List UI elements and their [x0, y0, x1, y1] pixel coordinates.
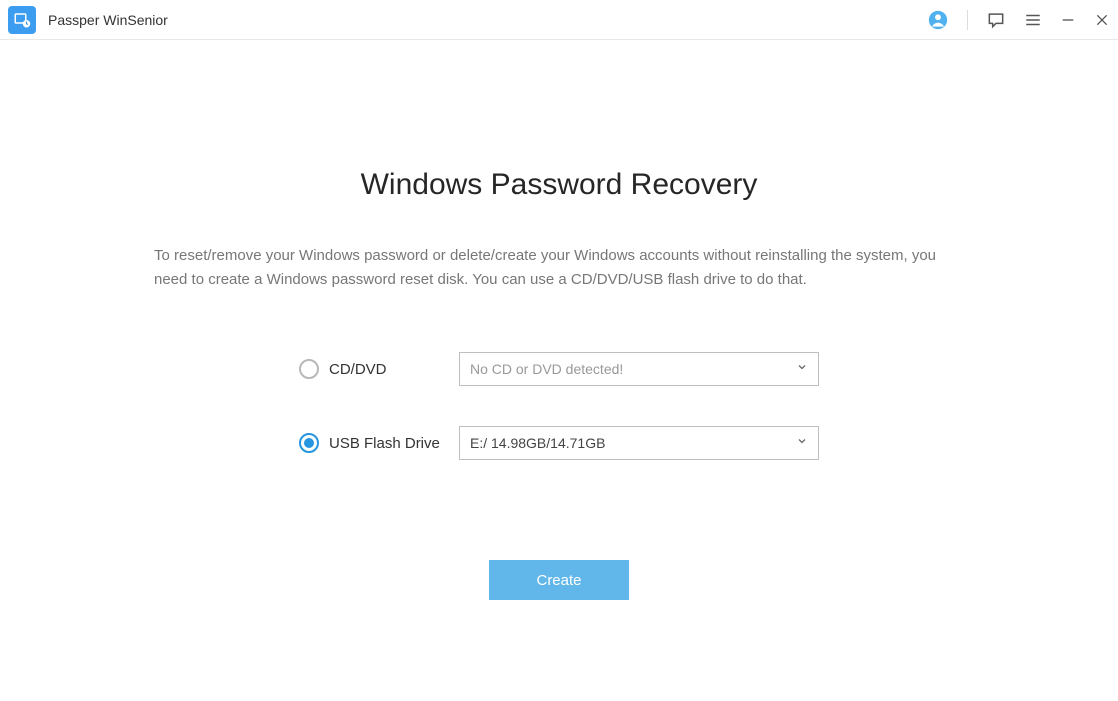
option-usb: USB Flash Drive E:/ 14.98GB/14.71GB	[299, 426, 819, 460]
titlebar: Passper WinSenior	[0, 0, 1118, 40]
app-logo-icon	[8, 6, 36, 34]
radio-usb[interactable]	[299, 433, 319, 453]
radio-dot	[304, 438, 314, 448]
feedback-icon[interactable]	[986, 10, 1006, 30]
close-icon[interactable]	[1094, 12, 1110, 28]
options-group: CD/DVD No CD or DVD detected! USB Flash …	[299, 352, 819, 460]
main-content: Windows Password Recovery To reset/remov…	[0, 40, 1118, 600]
app-title: Passper WinSenior	[48, 12, 168, 28]
dropdown-usb-value: E:/ 14.98GB/14.71GB	[470, 435, 605, 451]
divider	[967, 10, 968, 30]
page-title: Windows Password Recovery	[361, 168, 758, 202]
chevron-down-icon	[796, 360, 808, 378]
option-cddvd: CD/DVD No CD or DVD detected!	[299, 352, 819, 386]
page-description: To reset/remove your Windows password or…	[154, 244, 964, 292]
menu-icon[interactable]	[1024, 11, 1042, 29]
minimize-icon[interactable]	[1060, 12, 1076, 28]
radio-label-cddvd: CD/DVD	[329, 361, 387, 378]
chevron-down-icon	[796, 434, 808, 452]
dropdown-usb[interactable]: E:/ 14.98GB/14.71GB	[459, 426, 819, 460]
radio-cddvd[interactable]	[299, 359, 319, 379]
dropdown-cddvd[interactable]: No CD or DVD detected!	[459, 352, 819, 386]
create-button[interactable]: Create	[489, 560, 629, 600]
dropdown-cddvd-value: No CD or DVD detected!	[470, 361, 623, 377]
user-account-icon[interactable]	[927, 9, 949, 31]
titlebar-controls	[927, 9, 1110, 31]
radio-label-usb: USB Flash Drive	[329, 435, 440, 452]
